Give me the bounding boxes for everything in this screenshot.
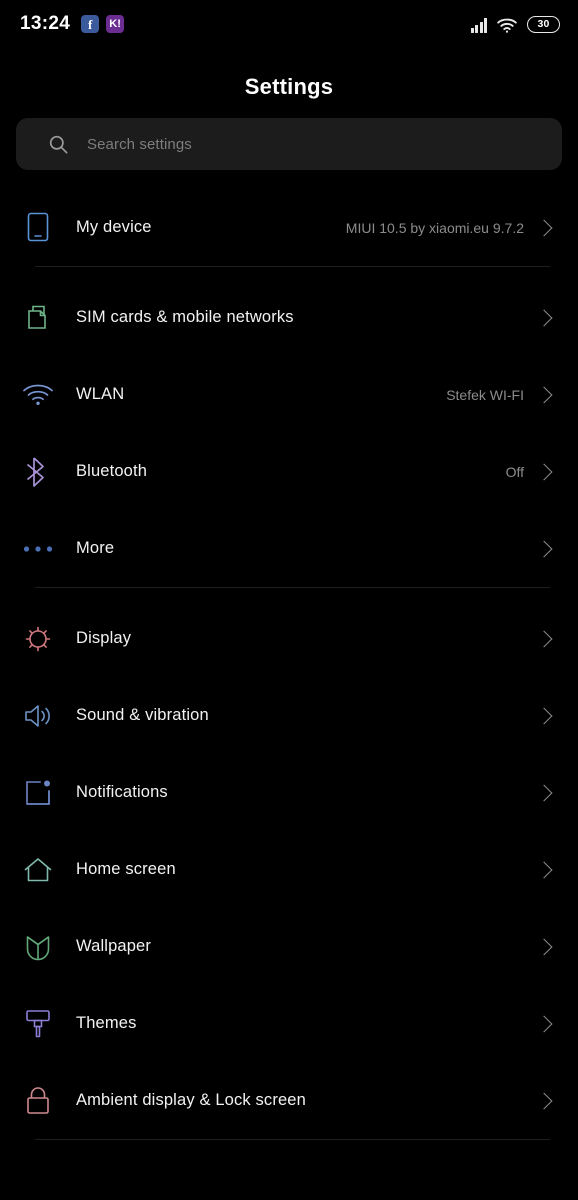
sidebar-item-label: Notifications bbox=[76, 783, 168, 801]
sidebar-item-label: More bbox=[76, 539, 115, 557]
search-icon bbox=[49, 135, 68, 154]
chevron-right-icon bbox=[535, 463, 553, 480]
sidebar-item-my-device[interactable]: My device MIUI 10.5 by xiaomi.eu 9.7.2 bbox=[0, 189, 578, 266]
lock-icon bbox=[0, 1085, 76, 1117]
settings-list: My device MIUI 10.5 by xiaomi.eu 9.7.2 S… bbox=[0, 189, 578, 1140]
sidebar-item-value: MIUI 10.5 by xiaomi.eu 9.7.2 bbox=[345, 219, 524, 236]
chevron-right-icon bbox=[535, 1092, 553, 1109]
wifi-icon bbox=[497, 18, 517, 33]
sidebar-item-label: Wallpaper bbox=[76, 937, 152, 955]
sim-card-icon bbox=[0, 302, 76, 334]
sidebar-item-ambient-display-lock-screen[interactable]: Ambient display & Lock screen bbox=[0, 1062, 578, 1139]
status-bar-clock: 13:24 bbox=[20, 13, 71, 34]
sidebar-item-themes[interactable]: Themes bbox=[0, 985, 578, 1062]
settings-screen: 13:24 f K! 30 Settings Search settings M… bbox=[0, 0, 578, 1200]
battery-indicator: 30 bbox=[527, 15, 560, 33]
sidebar-item-label: SIM cards & mobile networks bbox=[76, 308, 294, 326]
sidebar-item-label: Display bbox=[76, 629, 132, 647]
speaker-icon bbox=[0, 702, 76, 730]
chevron-right-icon bbox=[535, 386, 553, 403]
battery-level-text: 30 bbox=[537, 18, 550, 30]
facebook-icon: f bbox=[81, 15, 100, 33]
sidebar-item-notifications[interactable]: Notifications bbox=[0, 754, 578, 831]
sidebar-item-more[interactable]: More bbox=[0, 510, 578, 587]
paintbrush-icon bbox=[0, 1007, 76, 1041]
sidebar-item-label: WLAN bbox=[76, 385, 125, 403]
sidebar-item-label: Home screen bbox=[76, 860, 176, 878]
notification-badge-icon bbox=[0, 778, 76, 808]
sidebar-item-label: Sound & vibration bbox=[76, 706, 209, 724]
page-title: Settings bbox=[244, 74, 334, 99]
kahoot-icon: K! bbox=[106, 15, 125, 33]
status-bar-notification-icons: f K! bbox=[81, 15, 125, 33]
sidebar-item-wlan[interactable]: WLAN Stefek WI-FI bbox=[0, 356, 578, 433]
bluetooth-icon bbox=[0, 456, 76, 488]
sidebar-item-home-screen[interactable]: Home screen bbox=[0, 831, 578, 908]
sidebar-item-display[interactable]: Display bbox=[0, 600, 578, 677]
search-section: Search settings bbox=[0, 100, 578, 170]
chevron-right-icon bbox=[535, 540, 553, 557]
brightness-icon bbox=[0, 624, 76, 654]
more-dots-icon bbox=[0, 545, 76, 553]
chevron-right-icon bbox=[535, 219, 553, 236]
wifi-icon bbox=[0, 383, 76, 407]
search-placeholder: Search settings bbox=[87, 135, 192, 153]
group-divider bbox=[35, 1139, 550, 1140]
sidebar-item-bluetooth[interactable]: Bluetooth Off bbox=[0, 433, 578, 510]
sidebar-item-value: Stefek WI-FI bbox=[446, 386, 524, 403]
chevron-right-icon bbox=[535, 938, 553, 955]
status-bar-system-icons: 30 bbox=[470, 15, 560, 33]
chevron-right-icon bbox=[535, 861, 553, 878]
chevron-right-icon bbox=[535, 630, 553, 647]
sidebar-item-label: Bluetooth bbox=[76, 462, 148, 480]
sidebar-item-wallpaper[interactable]: Wallpaper bbox=[0, 908, 578, 985]
sidebar-item-sound-vibration[interactable]: Sound & vibration bbox=[0, 677, 578, 754]
home-icon bbox=[0, 856, 76, 884]
chevron-right-icon bbox=[535, 784, 553, 801]
sidebar-item-label: My device bbox=[76, 218, 152, 236]
sidebar-item-label: Themes bbox=[76, 1014, 137, 1032]
cellular-signal-icon bbox=[470, 17, 487, 33]
chevron-right-icon bbox=[535, 707, 553, 724]
status-bar: 13:24 f K! 30 bbox=[0, 0, 578, 48]
sidebar-item-label: Ambient display & Lock screen bbox=[76, 1091, 306, 1109]
sidebar-item-sim-cards[interactable]: SIM cards & mobile networks bbox=[0, 279, 578, 356]
flower-icon bbox=[0, 931, 76, 963]
chevron-right-icon bbox=[535, 1015, 553, 1032]
search-input[interactable]: Search settings bbox=[16, 118, 562, 170]
sidebar-item-value: Off bbox=[505, 463, 524, 480]
chevron-right-icon bbox=[535, 309, 553, 326]
phone-icon bbox=[0, 211, 76, 245]
